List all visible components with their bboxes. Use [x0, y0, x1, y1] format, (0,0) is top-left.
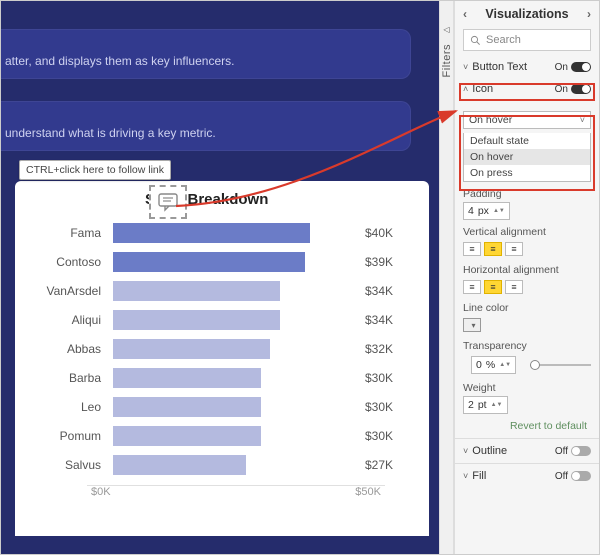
line-color-swatch[interactable]: [463, 318, 481, 332]
bar-category: Leo: [35, 400, 107, 414]
expand-icon: ◁: [443, 25, 449, 34]
report-canvas: atter, and displays them as key influenc…: [1, 1, 439, 554]
bar-row: Contoso $39K: [35, 247, 409, 276]
info-card-influencers[interactable]: atter, and displays them as key influenc…: [1, 29, 411, 79]
pane-collapse-right[interactable]: ›: [587, 7, 591, 21]
bar-value: $39K: [365, 255, 409, 269]
annotation-highlight: [459, 83, 595, 101]
halign-right[interactable]: ≡: [505, 280, 523, 294]
bar-row: Aliqui $34K: [35, 305, 409, 334]
bar-value: $34K: [365, 284, 409, 298]
valign-top[interactable]: ≡: [463, 242, 481, 256]
valign-label: Vertical alignment: [455, 220, 599, 240]
section-outline[interactable]: ˅Outline Off: [455, 441, 599, 461]
toggle-button-text[interactable]: [571, 62, 591, 72]
bar-category: Pomum: [35, 429, 107, 443]
section-fill[interactable]: ˅Fill Off: [455, 466, 599, 486]
line-color-label: Line color: [455, 296, 599, 316]
bar-fill[interactable]: [113, 223, 310, 243]
bar-value: $40K: [365, 226, 409, 240]
bar-value: $30K: [365, 400, 409, 414]
revert-to-default[interactable]: Revert to default: [455, 414, 599, 436]
toggle-fill[interactable]: [571, 471, 591, 481]
bar-fill[interactable]: [113, 368, 261, 388]
chevron-down-icon: ˅: [463, 471, 468, 481]
bar-fill[interactable]: [113, 455, 246, 475]
halign-label: Horizontal alignment: [455, 258, 599, 278]
weight-label: Weight: [455, 376, 599, 396]
stepper-icon[interactable]: ▲▼: [499, 363, 511, 368]
section-button-text[interactable]: ˅Button Text On: [455, 57, 599, 77]
card-text: understand what is driving a key metric.: [5, 111, 397, 142]
transparency-slider[interactable]: [530, 364, 591, 366]
bar-category: Abbas: [35, 342, 107, 356]
chart-panel: Store Breakdown Fama$40KContoso$39KVanAr…: [15, 181, 429, 536]
bar-fill[interactable]: [113, 339, 270, 359]
bar-category: Barba: [35, 371, 107, 385]
bar-category: Salvus: [35, 458, 107, 472]
card-text: atter, and displays them as key influenc…: [5, 39, 397, 70]
bar-value: $34K: [365, 313, 409, 327]
stepper-icon[interactable]: ▲▼: [491, 403, 503, 408]
valign-options: ≡ ≡ ≡: [463, 242, 591, 256]
bar-row: Fama $40K: [35, 218, 409, 247]
x-tick: $0K: [91, 486, 111, 498]
bar-fill[interactable]: [113, 281, 280, 301]
bar-row: Pomum $30K: [35, 421, 409, 450]
filters-label: Filters: [441, 44, 453, 77]
filters-tab[interactable]: ◁ Filters: [439, 1, 454, 554]
bar-row: Salvus $27K: [35, 450, 409, 479]
toggle-outline[interactable]: [571, 446, 591, 456]
chat-bubble-icon: [157, 192, 179, 212]
bar-fill[interactable]: [113, 252, 305, 272]
bar-category: Aliqui: [35, 313, 107, 327]
bar-chart: Fama $40K Contoso $39K VanArsdel $34K Aliqui $3…: [15, 212, 429, 479]
halign-center[interactable]: ≡: [484, 280, 502, 294]
transparency-input[interactable]: 0 % ▲▼: [471, 356, 516, 374]
bar-fill[interactable]: [113, 426, 261, 446]
bar-value: $30K: [365, 371, 409, 385]
transparency-label: Transparency: [455, 334, 599, 354]
bar-row: VanArsdel $34K: [35, 276, 409, 305]
halign-left[interactable]: ≡: [463, 280, 481, 294]
bar-category: VanArsdel: [35, 284, 107, 298]
bar-fill[interactable]: [113, 397, 261, 417]
bar-row: Leo $30K: [35, 392, 409, 421]
info-card-metric[interactable]: understand what is driving a key metric.: [1, 101, 411, 151]
bar-category: Contoso: [35, 255, 107, 269]
annotation-highlight: [459, 115, 595, 191]
stepper-icon[interactable]: ▲▼: [493, 209, 505, 214]
x-tick: $50K: [355, 486, 381, 498]
bar-value: $32K: [365, 342, 409, 356]
bar-value: $27K: [365, 458, 409, 472]
search-icon: [470, 35, 481, 46]
bar-category: Fama: [35, 226, 107, 240]
pane-collapse-left[interactable]: ‹: [463, 7, 467, 21]
chart-icon-selection[interactable]: [149, 185, 187, 219]
bar-row: Abbas $32K: [35, 334, 409, 363]
bar-value: $30K: [365, 429, 409, 443]
valign-middle[interactable]: ≡: [484, 242, 502, 256]
bar-row: Barba $30K: [35, 363, 409, 392]
chevron-down-icon: ˅: [463, 446, 468, 456]
weight-input[interactable]: 2 pt ▲▼: [463, 396, 508, 414]
pane-title: Visualizations: [485, 7, 568, 21]
link-tooltip: CTRL+click here to follow link: [19, 160, 171, 180]
halign-options: ≡ ≡ ≡: [463, 280, 591, 294]
bar-fill[interactable]: [113, 310, 280, 330]
search-input[interactable]: Search: [463, 29, 591, 51]
padding-input[interactable]: 4 px ▲▼: [463, 202, 510, 220]
valign-bottom[interactable]: ≡: [505, 242, 523, 256]
chevron-down-icon: ˅: [463, 62, 468, 72]
